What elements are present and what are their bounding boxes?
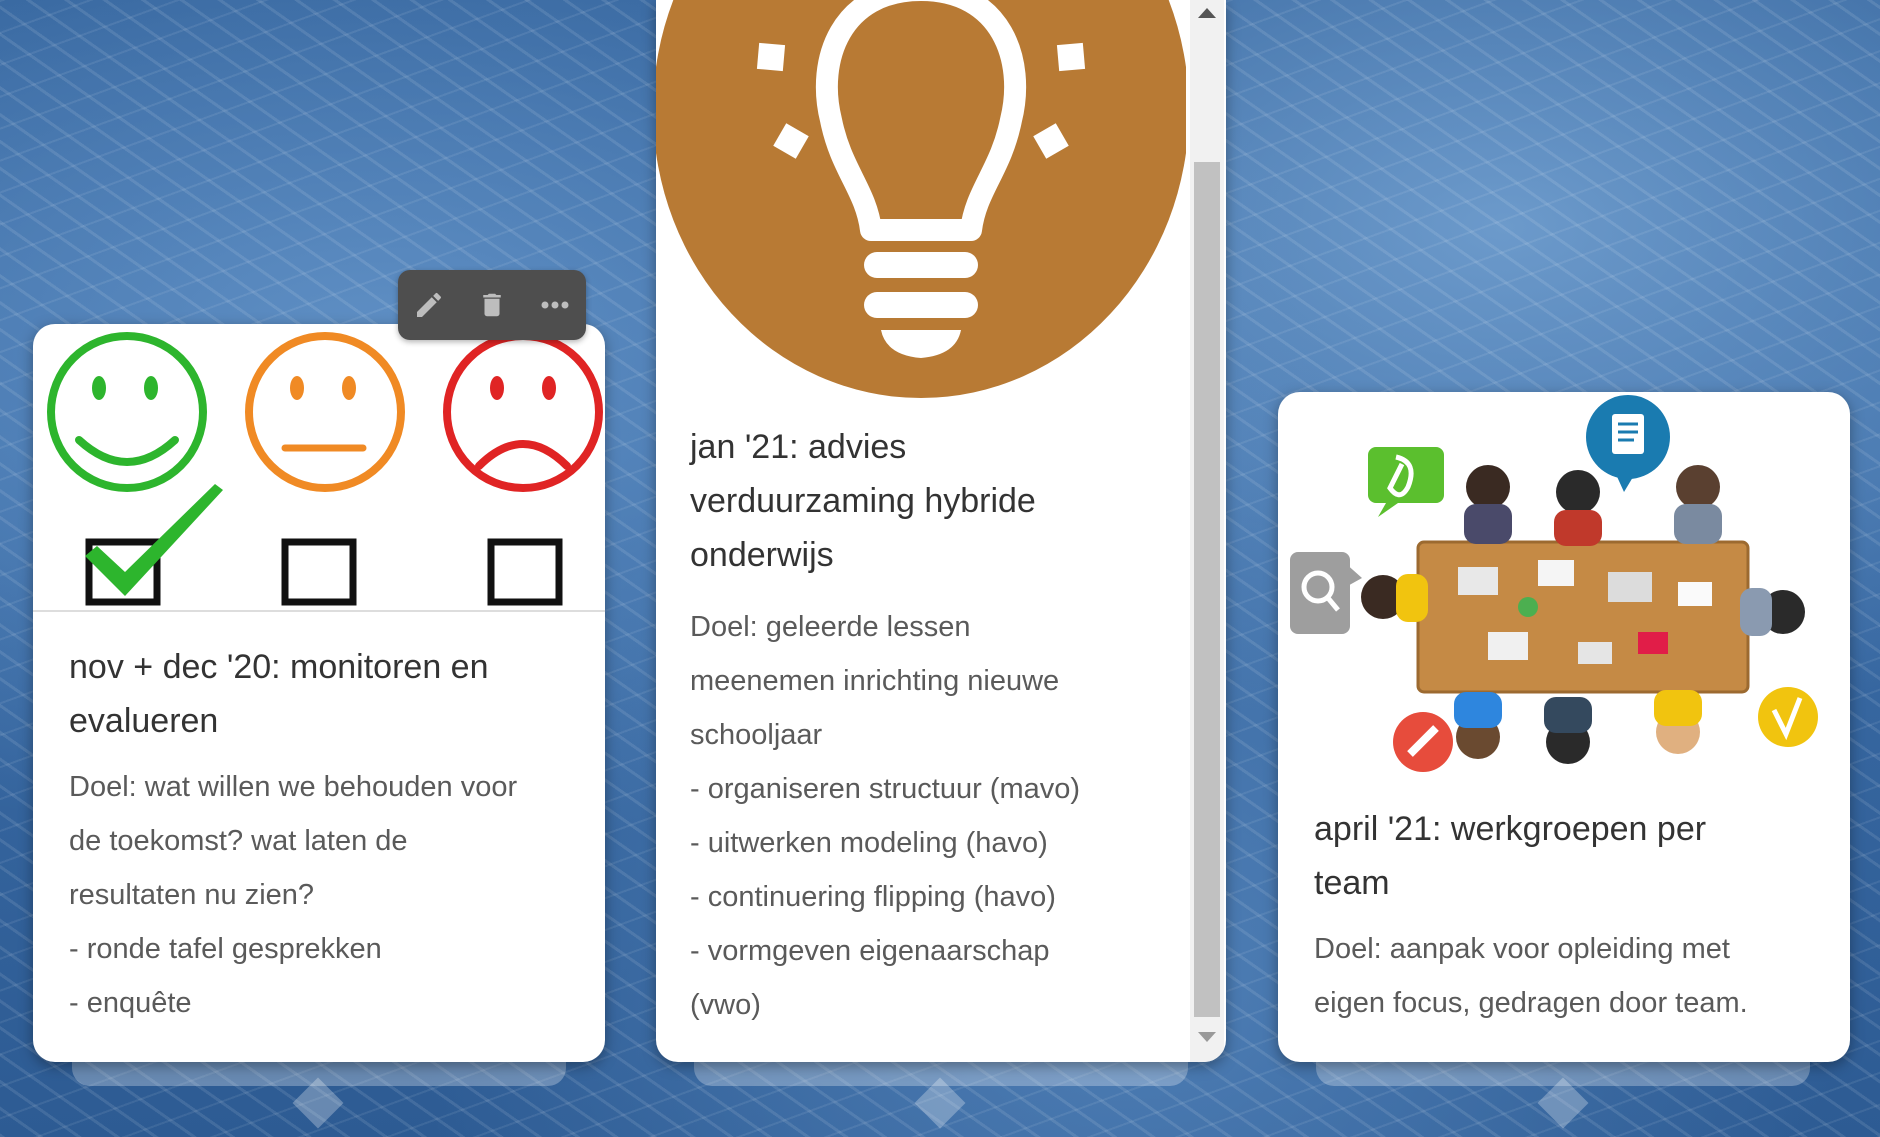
team-meeting-image [1290, 395, 1818, 772]
scroll-up-icon[interactable] [1198, 8, 1216, 18]
check-bubble-icon [1758, 687, 1818, 747]
pencil-bubble-icon [1393, 712, 1453, 772]
trash-icon [483, 293, 501, 317]
smiley-rating-image [33, 332, 605, 612]
pencil-icon [417, 292, 442, 317]
search-bubble-icon [1290, 552, 1362, 634]
lightbulb-icon [656, 0, 1186, 398]
card-action-toolbar [398, 270, 586, 340]
card-title: april '21: werkgroepen per team [1314, 810, 1707, 902]
card-title: nov + dec '20: monitoren en evalueren [69, 648, 489, 740]
checkbox-neutral-icon [281, 538, 357, 606]
edit-button[interactable] [407, 283, 451, 327]
happy-face-icon [47, 332, 207, 492]
paperclip-bubble-icon [1368, 447, 1444, 517]
more-options-button[interactable] [533, 283, 577, 327]
more-horizontal-icon [541, 301, 569, 309]
card-scrollbar[interactable] [1190, 0, 1224, 1062]
timeline-card-workgroups[interactable]: april '21: werkgroepen per team Doel: aa… [1278, 392, 1850, 1062]
card-description: Doel: geleerde lessen meenemen inrichtin… [690, 611, 1081, 1021]
timeline-card-advice[interactable]: jan '21: advies verduurzaming hybride on… [656, 0, 1226, 1062]
delete-button[interactable] [470, 283, 514, 327]
scroll-down-icon[interactable] [1198, 1032, 1216, 1042]
card-description: Doel: aanpak voor opleiding met eigen fo… [1314, 933, 1748, 1019]
sad-face-icon [443, 332, 603, 492]
neutral-face-icon [245, 332, 405, 492]
card-title: jan '21: advies verduurzaming hybride on… [690, 428, 1036, 574]
checkbox-sad-icon [487, 538, 563, 606]
timeline-card-monitoring[interactable]: nov + dec '20: monitoren en evalueren Do… [33, 324, 605, 1062]
card-description: Doel: wat willen we behouden voor de toe… [69, 771, 518, 1019]
scrollbar-thumb[interactable] [1194, 162, 1220, 1017]
document-bubble-icon [1586, 395, 1670, 492]
